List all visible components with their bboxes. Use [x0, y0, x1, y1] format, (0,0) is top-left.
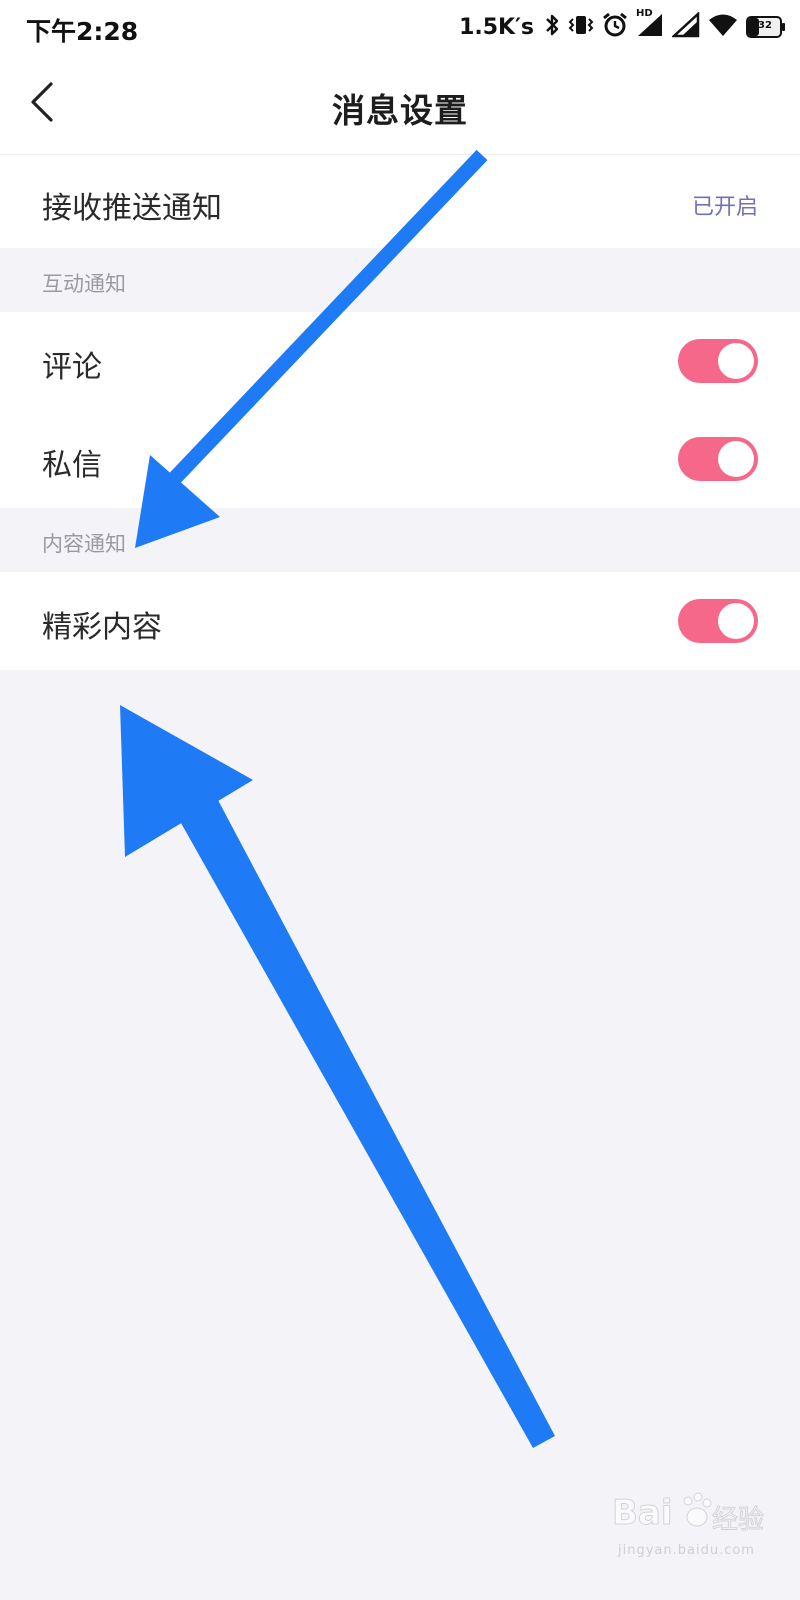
- signal-icon: [670, 11, 700, 42]
- alarm-icon: [602, 12, 628, 42]
- status-bar: 下午2:28 1.5K′s HD 32: [0, 0, 800, 56]
- nav-bar: 消息设置: [0, 56, 800, 155]
- watermark-brand: Bai: [612, 1493, 674, 1534]
- bluetooth-icon: [544, 13, 560, 41]
- signal-icon: HD: [636, 8, 664, 42]
- push-notification-row[interactable]: 接收推送通知 已开启: [0, 155, 800, 248]
- status-time: 下午2:28: [26, 17, 139, 46]
- watermark-url: jingyan.baidu.com: [618, 1543, 755, 1558]
- wifi-icon: [708, 13, 738, 41]
- hd-label: HD: [636, 8, 653, 19]
- section-title: 互动通知: [42, 272, 126, 296]
- vibrate-icon: [568, 13, 594, 41]
- battery-icon: 32: [746, 16, 786, 38]
- paw-icon: [680, 1491, 712, 1535]
- arrow-up-left-icon: [120, 705, 555, 1448]
- push-notification-label: 接收推送通知: [42, 191, 222, 226]
- push-notification-status: 已开启: [691, 195, 758, 220]
- toggle-knob: [718, 343, 754, 379]
- comment-toggle[interactable]: [678, 339, 758, 383]
- list-item-featured-content: 精彩内容: [0, 572, 800, 670]
- list-item-private-message: 私信: [0, 410, 800, 508]
- battery-level: 32: [758, 20, 772, 31]
- watermark-suffix: 经验: [711, 1505, 765, 1536]
- toggle-knob: [718, 603, 754, 639]
- page-title: 消息设置: [332, 91, 468, 130]
- watermark: Bai 经验 jingyan.baidu.com: [612, 1485, 772, 1575]
- section-header-interaction: 互动通知: [0, 248, 800, 312]
- list-item-comment: 评论: [0, 312, 800, 410]
- private-message-toggle[interactable]: [678, 437, 758, 481]
- featured-content-toggle[interactable]: [678, 599, 758, 643]
- private-message-label: 私信: [42, 448, 102, 483]
- status-icons: 1.5K′s HD 32: [459, 8, 786, 42]
- comment-label: 评论: [42, 350, 102, 385]
- section-title: 内容通知: [42, 532, 126, 556]
- network-speed: 1.5K′s: [459, 14, 534, 40]
- section-header-content: 内容通知: [0, 508, 800, 572]
- featured-content-label: 精彩内容: [42, 610, 162, 645]
- toggle-knob: [718, 441, 754, 477]
